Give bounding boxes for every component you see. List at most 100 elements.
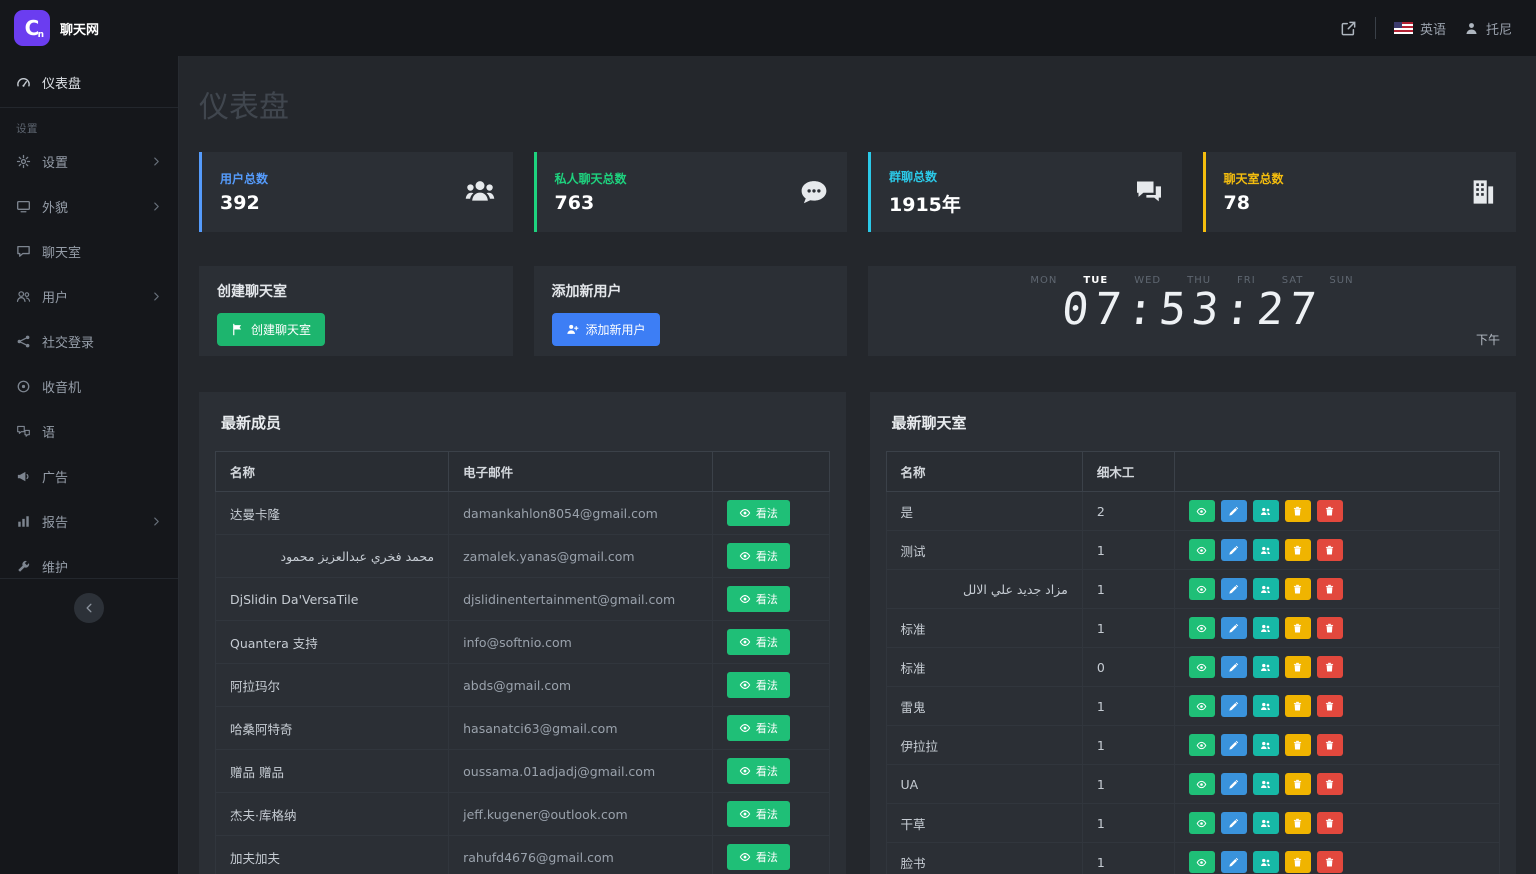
delete-button[interactable] — [1317, 578, 1343, 600]
delete-button[interactable] — [1317, 773, 1343, 795]
clear-button[interactable] — [1285, 695, 1311, 717]
clear-button[interactable] — [1285, 578, 1311, 600]
sidebar-item-0[interactable]: 设置 — [0, 139, 178, 184]
members-button[interactable] — [1253, 539, 1279, 561]
members-button[interactable] — [1253, 734, 1279, 756]
latest-members-card: 最新成员 名称电子邮件 达曼卡隆damankahlon8054@gmail.co… — [199, 392, 846, 874]
view-button[interactable] — [1189, 617, 1215, 639]
room-name: 干草 — [886, 804, 1082, 843]
members-icon — [1260, 857, 1271, 868]
member-email: abds@gmail.com — [449, 664, 713, 707]
sidebar-item-1[interactable]: 外貌 — [0, 184, 178, 229]
view-button[interactable] — [1189, 539, 1215, 561]
members-button[interactable] — [1253, 617, 1279, 639]
user-menu[interactable]: 托尼 — [1464, 19, 1512, 38]
edit-button[interactable] — [1221, 656, 1247, 678]
clear-button[interactable] — [1285, 500, 1311, 522]
view-button[interactable] — [1189, 656, 1215, 678]
view-button[interactable]: 看法 — [727, 758, 790, 784]
edit-button[interactable] — [1221, 500, 1247, 522]
delete-button[interactable] — [1317, 851, 1343, 873]
add-user-button-label: 添加新用户 — [586, 321, 646, 338]
clear-button[interactable] — [1285, 656, 1311, 678]
sidebar-item-3[interactable]: 用户 — [0, 274, 178, 319]
sidebar: 仪表盘设置设置外貌聊天室用户社交登录收音机语广告报告维护 — [0, 56, 179, 874]
view-button[interactable] — [1189, 773, 1215, 795]
members-button[interactable] — [1253, 500, 1279, 522]
room-row: 标准1 — [886, 609, 1500, 648]
stat-label: 私人聊天总数 — [555, 170, 627, 187]
clear-button[interactable] — [1285, 773, 1311, 795]
sidebar-item-5[interactable]: 收音机 — [0, 364, 178, 409]
sidebar-item-7[interactable]: 广告 — [0, 454, 178, 499]
sidebar-item-2[interactable]: 聊天室 — [0, 229, 178, 274]
member-name: 达曼卡隆 — [216, 492, 449, 535]
view-button[interactable]: 看法 — [727, 629, 790, 655]
members-button[interactable] — [1253, 656, 1279, 678]
stat-label: 聊天室总数 — [1224, 170, 1284, 187]
delete-button[interactable] — [1317, 500, 1343, 522]
latest-rooms-table: 名称细木工 是2测试1مزاد جديد علي الالل1标准1标准0雷鬼1… — [886, 451, 1501, 874]
delete-button[interactable] — [1317, 695, 1343, 717]
view-button-label: 看法 — [756, 591, 778, 607]
members-button[interactable] — [1253, 695, 1279, 717]
sidebar-footer — [0, 578, 178, 623]
view-button[interactable]: 看法 — [727, 586, 790, 612]
delete-button[interactable] — [1317, 539, 1343, 561]
member-row: 阿拉玛尔abds@gmail.com看法 — [216, 664, 830, 707]
members-button[interactable] — [1253, 578, 1279, 600]
clear-button[interactable] — [1285, 539, 1311, 561]
edit-button[interactable] — [1221, 734, 1247, 756]
view-button[interactable] — [1189, 500, 1215, 522]
report-icon — [16, 514, 31, 529]
clear-button[interactable] — [1285, 734, 1311, 756]
edit-button[interactable] — [1221, 578, 1247, 600]
clear-button[interactable] — [1285, 812, 1311, 834]
delete-button[interactable] — [1317, 812, 1343, 834]
edit-button[interactable] — [1221, 695, 1247, 717]
members-button[interactable] — [1253, 773, 1279, 795]
delete-button[interactable] — [1317, 617, 1343, 639]
add-user-button[interactable]: 添加新用户 — [552, 313, 660, 346]
latest-members-title: 最新成员 — [221, 412, 830, 433]
members-button[interactable] — [1253, 851, 1279, 873]
sidebar-item-8[interactable]: 报告 — [0, 499, 178, 544]
edit-button[interactable] — [1221, 539, 1247, 561]
sidebar-item-6[interactable]: 语 — [0, 409, 178, 454]
view-button[interactable]: 看法 — [727, 801, 790, 827]
create-room-button[interactable]: 创建聊天室 — [217, 313, 325, 346]
view-button[interactable]: 看法 — [727, 672, 790, 698]
delete-button[interactable] — [1317, 734, 1343, 756]
edit-icon — [1228, 545, 1239, 556]
clear-button[interactable] — [1285, 851, 1311, 873]
eye-icon — [1196, 506, 1207, 517]
delete-button[interactable] — [1317, 656, 1343, 678]
view-button[interactable]: 看法 — [727, 500, 790, 526]
edit-button[interactable] — [1221, 773, 1247, 795]
clear-button[interactable] — [1285, 617, 1311, 639]
sidebar-item-label: 语 — [42, 422, 55, 441]
external-link-button[interactable] — [1340, 20, 1357, 37]
view-button[interactable]: 看法 — [727, 844, 790, 870]
view-button[interactable]: 看法 — [727, 715, 790, 741]
edit-button[interactable] — [1221, 617, 1247, 639]
edit-button[interactable] — [1221, 812, 1247, 834]
brand[interactable]: Cn 聊天网 — [0, 10, 179, 46]
view-button[interactable]: 看法 — [727, 543, 790, 569]
view-button[interactable] — [1189, 695, 1215, 717]
view-button[interactable] — [1189, 851, 1215, 873]
sidebar-item-dashboard[interactable]: 仪表盘 — [0, 60, 178, 108]
members-button[interactable] — [1253, 812, 1279, 834]
edit-button[interactable] — [1221, 851, 1247, 873]
rooms-column-header: 细木工 — [1082, 452, 1174, 492]
us-flag-icon — [1394, 22, 1413, 34]
sidebar-item-4[interactable]: 社交登录 — [0, 319, 178, 364]
eye-icon — [739, 679, 751, 691]
view-button[interactable] — [1189, 734, 1215, 756]
sidebar-collapse-button[interactable] — [74, 593, 104, 623]
language-selector[interactable]: 英语 — [1394, 19, 1446, 38]
room-name: 伊拉拉 — [886, 726, 1082, 765]
member-row: 杰夫·库格纳jeff.kugener@outlook.com看法 — [216, 793, 830, 836]
view-button[interactable] — [1189, 578, 1215, 600]
view-button[interactable] — [1189, 812, 1215, 834]
